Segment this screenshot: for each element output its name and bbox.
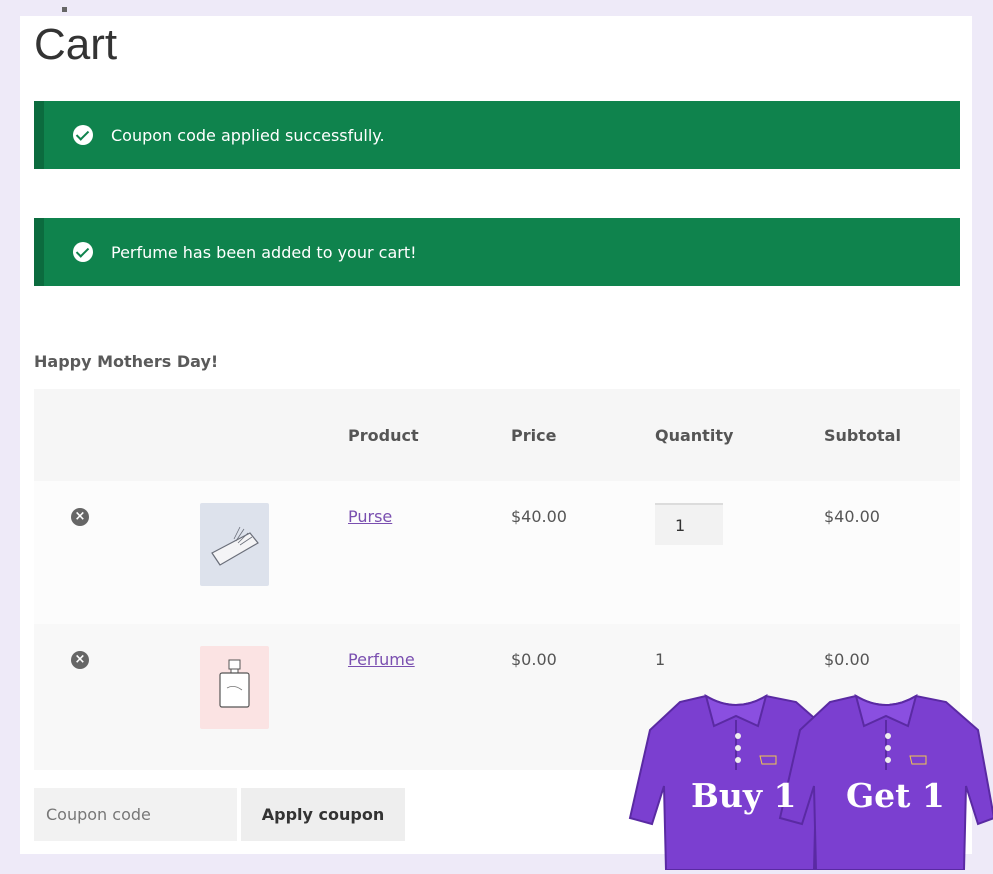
product-link-perfume[interactable]: Perfume [348, 650, 415, 669]
quantity-value: 1 [655, 650, 666, 669]
corner-mark [62, 7, 67, 12]
coupon-code-input[interactable] [34, 788, 237, 841]
buy-one-get-one-promo: Buy 1 Get 1 [626, 690, 993, 871]
header-quantity: Quantity [655, 389, 824, 481]
header-thumbnail [200, 389, 348, 481]
notice-text: Coupon code applied successfully. [111, 125, 385, 145]
subtotal-cell: $0.00 [824, 650, 870, 669]
page-title: Cart [34, 20, 118, 69]
purse-thumbnail[interactable] [200, 503, 269, 586]
remove-item-icon[interactable]: × [71, 508, 89, 526]
header-product: Product [348, 389, 511, 481]
remove-item-icon[interactable]: × [71, 651, 89, 669]
quantity-input[interactable] [655, 503, 723, 545]
check-circle-icon [73, 125, 93, 145]
notice-text: Perfume has been added to your cart! [111, 242, 417, 262]
table-header-row: Product Price Quantity Subtotal [34, 389, 960, 481]
check-circle-icon [73, 242, 93, 262]
header-price: Price [511, 389, 655, 481]
table-row: × Purse $40.00 $40.00 [34, 481, 960, 624]
header-subtotal: Subtotal [824, 389, 960, 481]
promo-get-label: Get 1 [846, 776, 945, 815]
notice-item-added: Perfume has been added to your cart! [34, 218, 960, 286]
perfume-thumbnail[interactable] [200, 646, 269, 729]
price-cell: $0.00 [511, 650, 557, 669]
cart-heading: Happy Mothers Day! [34, 352, 219, 371]
header-remove [34, 389, 200, 481]
subtotal-cell: $40.00 [824, 507, 880, 526]
product-link-purse[interactable]: Purse [348, 507, 392, 526]
apply-coupon-button[interactable]: Apply coupon [241, 788, 405, 841]
price-cell: $40.00 [511, 507, 567, 526]
promo-buy-label: Buy 1 [691, 776, 797, 815]
notice-coupon-applied: Coupon code applied successfully. [34, 101, 960, 169]
